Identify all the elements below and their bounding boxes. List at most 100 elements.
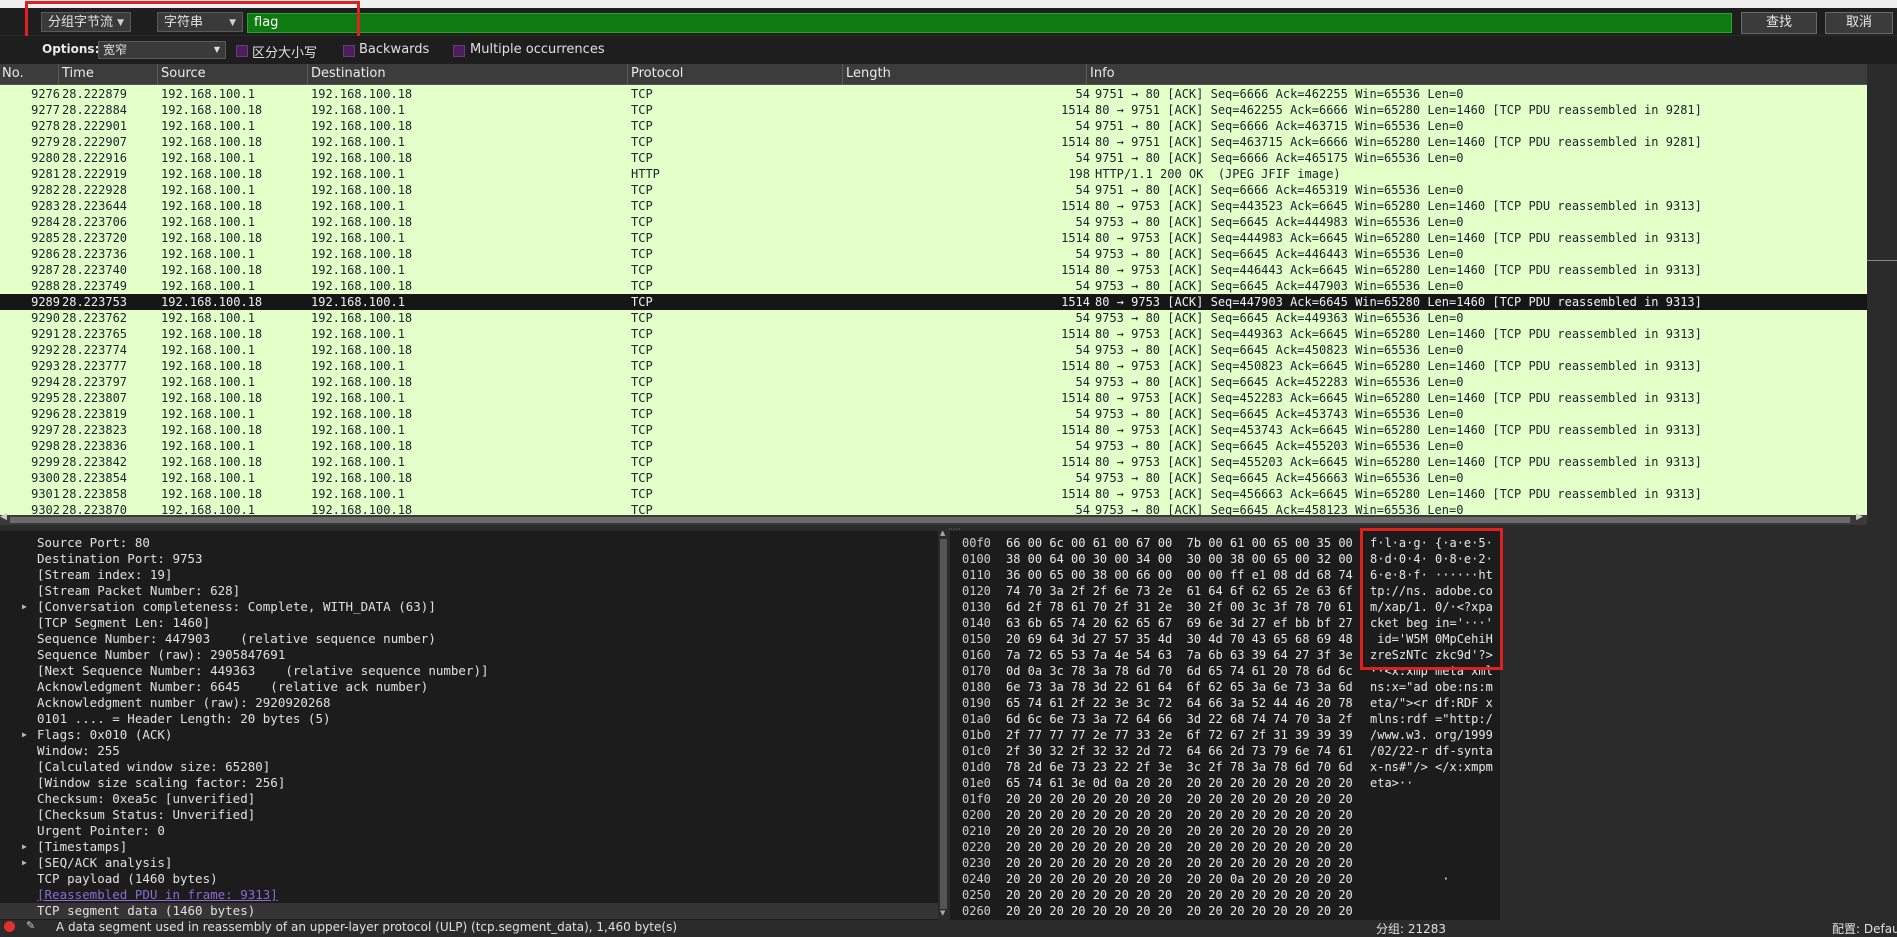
detail-line[interactable]: [Checksum Status: Unverified] [37, 807, 255, 823]
hex-bytes[interactable]: 0d 0a 3c 78 3a 78 6d 70 6d 65 74 61 20 7… [1006, 663, 1353, 679]
hex-bytes[interactable]: 20 20 20 20 20 20 20 20 20 20 20 20 20 2… [1006, 839, 1353, 855]
hex-offset[interactable]: 01f0 [962, 791, 991, 807]
hex-offset[interactable]: 0110 [962, 567, 991, 583]
hex-bytes[interactable]: 20 20 20 20 20 20 20 20 20 20 20 20 20 2… [1006, 903, 1353, 919]
scroll-down-icon[interactable]: ▼ [940, 909, 945, 917]
hex-offset[interactable]: 01d0 [962, 759, 991, 775]
table-row[interactable]: 9279 28.222907 192.168.100.18 192.168.100.1… [0, 134, 1867, 150]
hex-bytes[interactable]: 20 69 64 3d 27 57 35 4d 30 4d 70 43 65 6… [1006, 631, 1353, 647]
hex-offset[interactable]: 01a0 [962, 711, 991, 727]
column-header-destination[interactable]: Destination [311, 66, 386, 81]
expand-arrow-icon[interactable]: ▶ [22, 839, 27, 855]
table-row[interactable]: 9285 28.223720 192.168.100.18 192.168.100.1… [0, 230, 1867, 246]
column-header-info[interactable]: Info [1090, 66, 1115, 81]
hex-bytes[interactable]: 2f 77 77 77 2e 77 33 2e 6f 72 67 2f 31 3… [1006, 727, 1353, 743]
scroll-up-icon[interactable]: ▲ [940, 529, 945, 537]
case-sensitive-checkbox[interactable] [236, 45, 248, 57]
expand-arrow-icon[interactable]: ▶ [22, 727, 27, 743]
hex-bytes[interactable]: 65 74 61 2f 22 3e 3c 72 64 66 3a 52 44 4… [1006, 695, 1353, 711]
table-row[interactable]: 9302 28.223870 192.168.100.1 192.168.100.18… [0, 502, 1867, 515]
table-row[interactable]: 9294 28.223797 192.168.100.1 192.168.100.18… [0, 374, 1867, 390]
detail-line[interactable]: [Stream Packet Number: 628] [37, 583, 240, 599]
table-row[interactable]: 9286 28.223736 192.168.100.1 192.168.100.18… [0, 246, 1867, 262]
details-scrollbar[interactable]: ▲ ▼ [938, 529, 950, 920]
hex-bytes[interactable]: 65 74 61 3e 0d 0a 20 20 20 20 20 20 20 2… [1006, 775, 1353, 791]
hex-bytes[interactable]: 20 20 20 20 20 20 20 20 20 20 20 20 20 2… [1006, 823, 1353, 839]
detail-line[interactable]: Checksum: 0xea5c [unverified] [37, 791, 255, 807]
column-header-source[interactable]: Source [161, 66, 206, 81]
hex-offset[interactable]: 0120 [962, 583, 991, 599]
detail-line[interactable]: TCP payload (1460 bytes) [37, 871, 218, 887]
scrollbar-thumb[interactable] [940, 539, 947, 909]
hex-bytes[interactable]: 63 6b 65 74 20 62 65 67 69 6e 3d 27 ef b… [1006, 615, 1353, 631]
detail-line[interactable]: [Window size scaling factor: 256] [37, 775, 285, 791]
detail-line[interactable]: Destination Port: 9753 [37, 551, 203, 567]
hex-offset[interactable]: 0230 [962, 855, 991, 871]
table-row[interactable]: 9283 28.223644 192.168.100.18 192.168.100.1… [0, 198, 1867, 214]
table-row-selected[interactable]: 9289 28.223753 192.168.100.18 192.168.100.1… [0, 294, 1867, 310]
packet-list-horizontal-scrollbar[interactable]: ◀ ▶ [0, 512, 1867, 525]
detail-line[interactable]: Source Port: 80 [37, 535, 150, 551]
table-row[interactable]: 9284 28.223706 192.168.100.1 192.168.100.18… [0, 214, 1867, 230]
hex-offset[interactable]: 0150 [962, 631, 991, 647]
table-row[interactable]: 9282 28.222928 192.168.100.1 192.168.100.18… [0, 182, 1867, 198]
table-row[interactable]: 9300 28.223854 192.168.100.1 192.168.100.18… [0, 470, 1867, 486]
table-row[interactable]: 9296 28.223819 192.168.100.1 192.168.100.18… [0, 406, 1867, 422]
detail-line[interactable]: 0101 .... = Header Length: 20 bytes (5) [37, 711, 331, 727]
detail-line[interactable]: Sequence Number (raw): 2905847691 [37, 647, 285, 663]
detail-line[interactable]: Urgent Pointer: 0 [37, 823, 165, 839]
column-header-no[interactable]: No. [2, 66, 24, 81]
hex-ascii[interactable]: eta/"><r df:RDF x [1370, 695, 1493, 711]
hex-bytes[interactable]: 6d 6c 6e 73 3a 72 64 66 3d 22 68 74 74 7… [1006, 711, 1353, 727]
scrollbar-thumb[interactable] [10, 517, 1850, 523]
packet-list-minimap[interactable] [1867, 64, 1897, 515]
hex-bytes[interactable]: 74 70 3a 2f 2f 6e 73 2e 61 64 6f 62 65 2… [1006, 583, 1353, 599]
column-header-time[interactable]: Time [62, 66, 94, 81]
detail-line[interactable]: Acknowledgment Number: 6645 (relative ac… [37, 679, 428, 695]
table-row[interactable]: 9276 28.222879 192.168.100.1 192.168.100.18… [0, 86, 1867, 102]
hex-offset[interactable]: 01e0 [962, 775, 991, 791]
expert-info-icon[interactable] [4, 921, 15, 932]
table-row[interactable]: 9288 28.223749 192.168.100.1 192.168.100.18… [0, 278, 1867, 294]
table-row[interactable]: 9278 28.222901 192.168.100.1 192.168.100.18… [0, 118, 1867, 134]
table-row[interactable]: 9298 28.223836 192.168.100.1 192.168.100.18… [0, 438, 1867, 454]
find-button[interactable]: 查找 [1741, 12, 1817, 34]
hex-offset[interactable]: 00f0 [962, 535, 991, 551]
edit-comment-icon[interactable]: ✎ [26, 919, 35, 932]
table-row[interactable]: 9292 28.223774 192.168.100.1 192.168.100.18… [0, 342, 1867, 358]
search-input[interactable]: flag [247, 13, 1732, 33]
hex-ascii[interactable]: mlns:rdf ="http:/ [1370, 711, 1493, 727]
table-row[interactable]: 9281 28.222919 192.168.100.18 192.168.100.1… [0, 166, 1867, 182]
hex-bytes[interactable]: 20 20 20 20 20 20 20 20 20 20 0a 20 20 2… [1006, 871, 1353, 887]
scroll-left-icon[interactable]: ◀ [0, 512, 7, 522]
reassembled-pdu-link[interactable]: [Reassembled PDU in frame: 9313] [37, 887, 278, 903]
column-header-length[interactable]: Length [846, 66, 891, 81]
detail-line[interactable]: Sequence Number: 447903 (relative sequen… [37, 631, 436, 647]
hex-bytes[interactable]: 20 20 20 20 20 20 20 20 20 20 20 20 20 2… [1006, 887, 1353, 903]
hex-bytes[interactable]: 66 00 6c 00 61 00 67 00 7b 00 61 00 65 0… [1006, 535, 1353, 551]
hex-offset[interactable]: 0130 [962, 599, 991, 615]
table-row[interactable]: 9291 28.223765 192.168.100.18 192.168.100.1… [0, 326, 1867, 342]
hex-bytes[interactable]: 38 00 64 00 30 00 34 00 30 00 38 00 65 0… [1006, 551, 1353, 567]
hex-bytes[interactable]: 6e 73 3a 78 3d 22 61 64 6f 62 65 3a 6e 7… [1006, 679, 1353, 695]
hex-offset[interactable]: 0140 [962, 615, 991, 631]
scroll-right-icon[interactable]: ▶ [1856, 512, 1863, 522]
hex-offset[interactable]: 0160 [962, 647, 991, 663]
hex-bytes[interactable]: 36 00 65 00 38 00 66 00 00 00 ff e1 08 d… [1006, 567, 1353, 583]
hex-bytes[interactable]: 20 20 20 20 20 20 20 20 20 20 20 20 20 2… [1006, 807, 1353, 823]
hex-offset[interactable]: 0100 [962, 551, 991, 567]
hex-offset[interactable]: 0250 [962, 887, 991, 903]
table-row[interactable]: 9295 28.223807 192.168.100.18 192.168.100.1… [0, 390, 1867, 406]
hex-offset[interactable]: 0210 [962, 823, 991, 839]
hex-offset[interactable]: 0190 [962, 695, 991, 711]
hex-ascii[interactable]: eta>·· [1370, 775, 1413, 791]
detail-line[interactable]: [SEQ/ACK analysis] [37, 855, 172, 871]
hex-offset[interactable]: 0260 [962, 903, 991, 919]
table-row[interactable]: 9301 28.223858 192.168.100.18 192.168.100.1… [0, 486, 1867, 502]
detail-line[interactable]: Window: 255 [37, 743, 120, 759]
table-row[interactable]: 9299 28.223842 192.168.100.18 192.168.100.1… [0, 454, 1867, 470]
detail-line[interactable]: [Conversation completeness: Complete, WI… [37, 599, 436, 615]
table-row[interactable]: 9287 28.223740 192.168.100.18 192.168.100.1… [0, 262, 1867, 278]
hex-bytes[interactable]: 6d 2f 78 61 70 2f 31 2e 30 2f 00 3c 3f 7… [1006, 599, 1353, 615]
hex-bytes[interactable]: 7a 72 65 53 7a 4e 54 63 7a 6b 63 39 64 2… [1006, 647, 1353, 663]
